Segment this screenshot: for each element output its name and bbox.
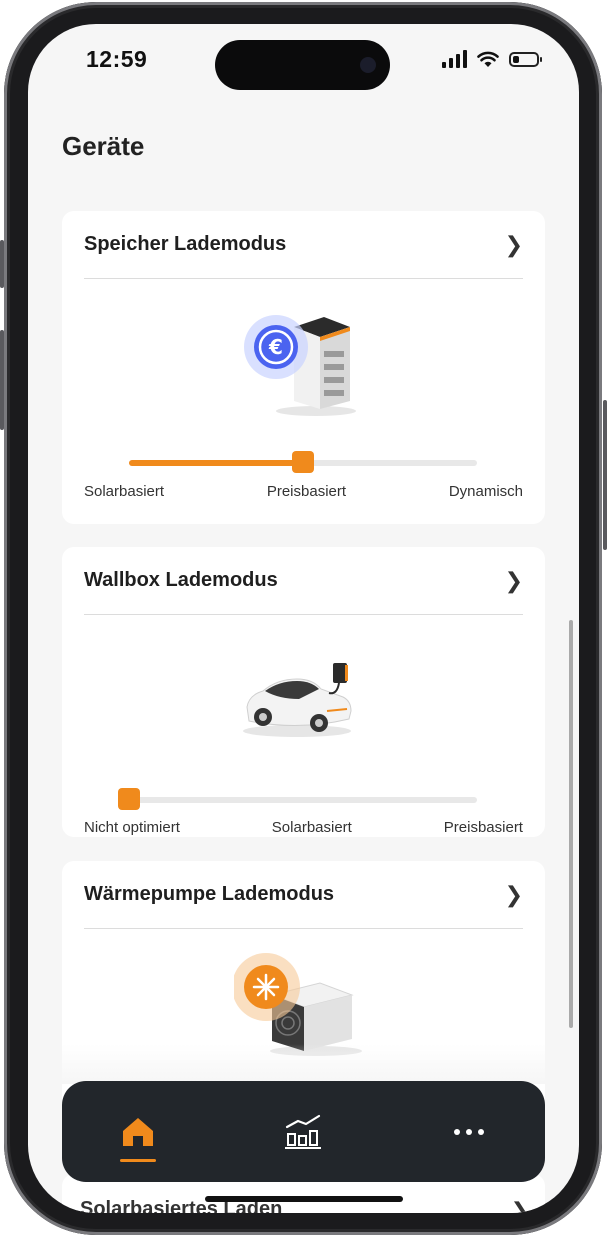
card-header[interactable]: Wallbox Lademodus ❯ (84, 547, 523, 615)
slider-label: Solarbasiert (271, 819, 352, 836)
home-icon (123, 1117, 153, 1146)
status-time: 12:59 (86, 46, 148, 72)
scrollbar[interactable] (569, 620, 573, 1028)
slider-label: Dynamisch (448, 483, 523, 500)
card-storage-mode: Speicher Lademodus ❯ € Solarbasiert Prei… (62, 211, 545, 524)
slider-label: Nicht optimiert (84, 819, 180, 836)
status-icons (442, 50, 542, 68)
svg-text:€: € (268, 335, 283, 359)
more-icon (454, 1128, 484, 1135)
battery-level (513, 55, 519, 63)
card-header[interactable]: Speicher Lademodus ❯ (84, 211, 523, 279)
chart-icon (285, 1114, 321, 1149)
slider-label: Solarbasiert (84, 483, 165, 500)
slider-labels: Nicht optimiert Solarbasiert Preisbasier… (84, 819, 523, 836)
slider-fill (129, 460, 303, 466)
chevron-right-icon[interactable]: ❯ (505, 568, 523, 594)
storage-mode-slider[interactable] (129, 451, 477, 473)
wifi-icon (477, 51, 499, 67)
card-title: Wärmepumpe Lademodus (84, 883, 335, 905)
chevron-right-icon[interactable]: ❯ (505, 882, 523, 908)
car-wallbox-icon (242, 663, 352, 737)
dynamic-island (215, 40, 390, 90)
wallbox-mode-slider[interactable] (118, 788, 477, 810)
slider-thumb[interactable] (292, 451, 314, 473)
battery-storage-euro-icon: € (243, 315, 356, 416)
nav-statistics[interactable] (263, 1081, 343, 1182)
cellular-signal-icon (442, 50, 467, 68)
slider-label: Preisbasiert (443, 819, 523, 836)
card-title: Wallbox Lademodus (84, 569, 278, 591)
card-header[interactable]: Wärmepumpe Lademodus ❯ (84, 861, 523, 929)
card-wallbox-mode: Wallbox Lademodus ❯ Nicht optimiert Sola… (62, 547, 545, 837)
power-button (603, 400, 607, 550)
battery-icon (509, 51, 542, 67)
page-title: Geräte (62, 131, 145, 161)
volume-down-button (0, 330, 4, 430)
slider-labels: Solarbasiert Preisbasiert Dynamisch (84, 483, 523, 500)
slider-thumb[interactable] (118, 788, 140, 810)
nav-home[interactable] (98, 1081, 178, 1182)
card-title: Speicher Lademodus (84, 233, 287, 255)
chevron-right-icon[interactable]: ❯ (511, 1198, 529, 1213)
screen: 12:59 Geräte Speicher Lademodus ❯ € Sola… (28, 24, 579, 1213)
bottom-navigation (62, 1081, 545, 1182)
slider-label: Preisbasiert (266, 483, 347, 500)
scroll-fade (62, 1044, 545, 1084)
nav-more[interactable] (429, 1081, 509, 1182)
camera-icon (360, 57, 376, 73)
home-indicator[interactable] (205, 1196, 403, 1202)
chevron-right-icon[interactable]: ❯ (505, 232, 523, 258)
volume-up-button (0, 240, 4, 288)
active-indicator (120, 1159, 156, 1162)
